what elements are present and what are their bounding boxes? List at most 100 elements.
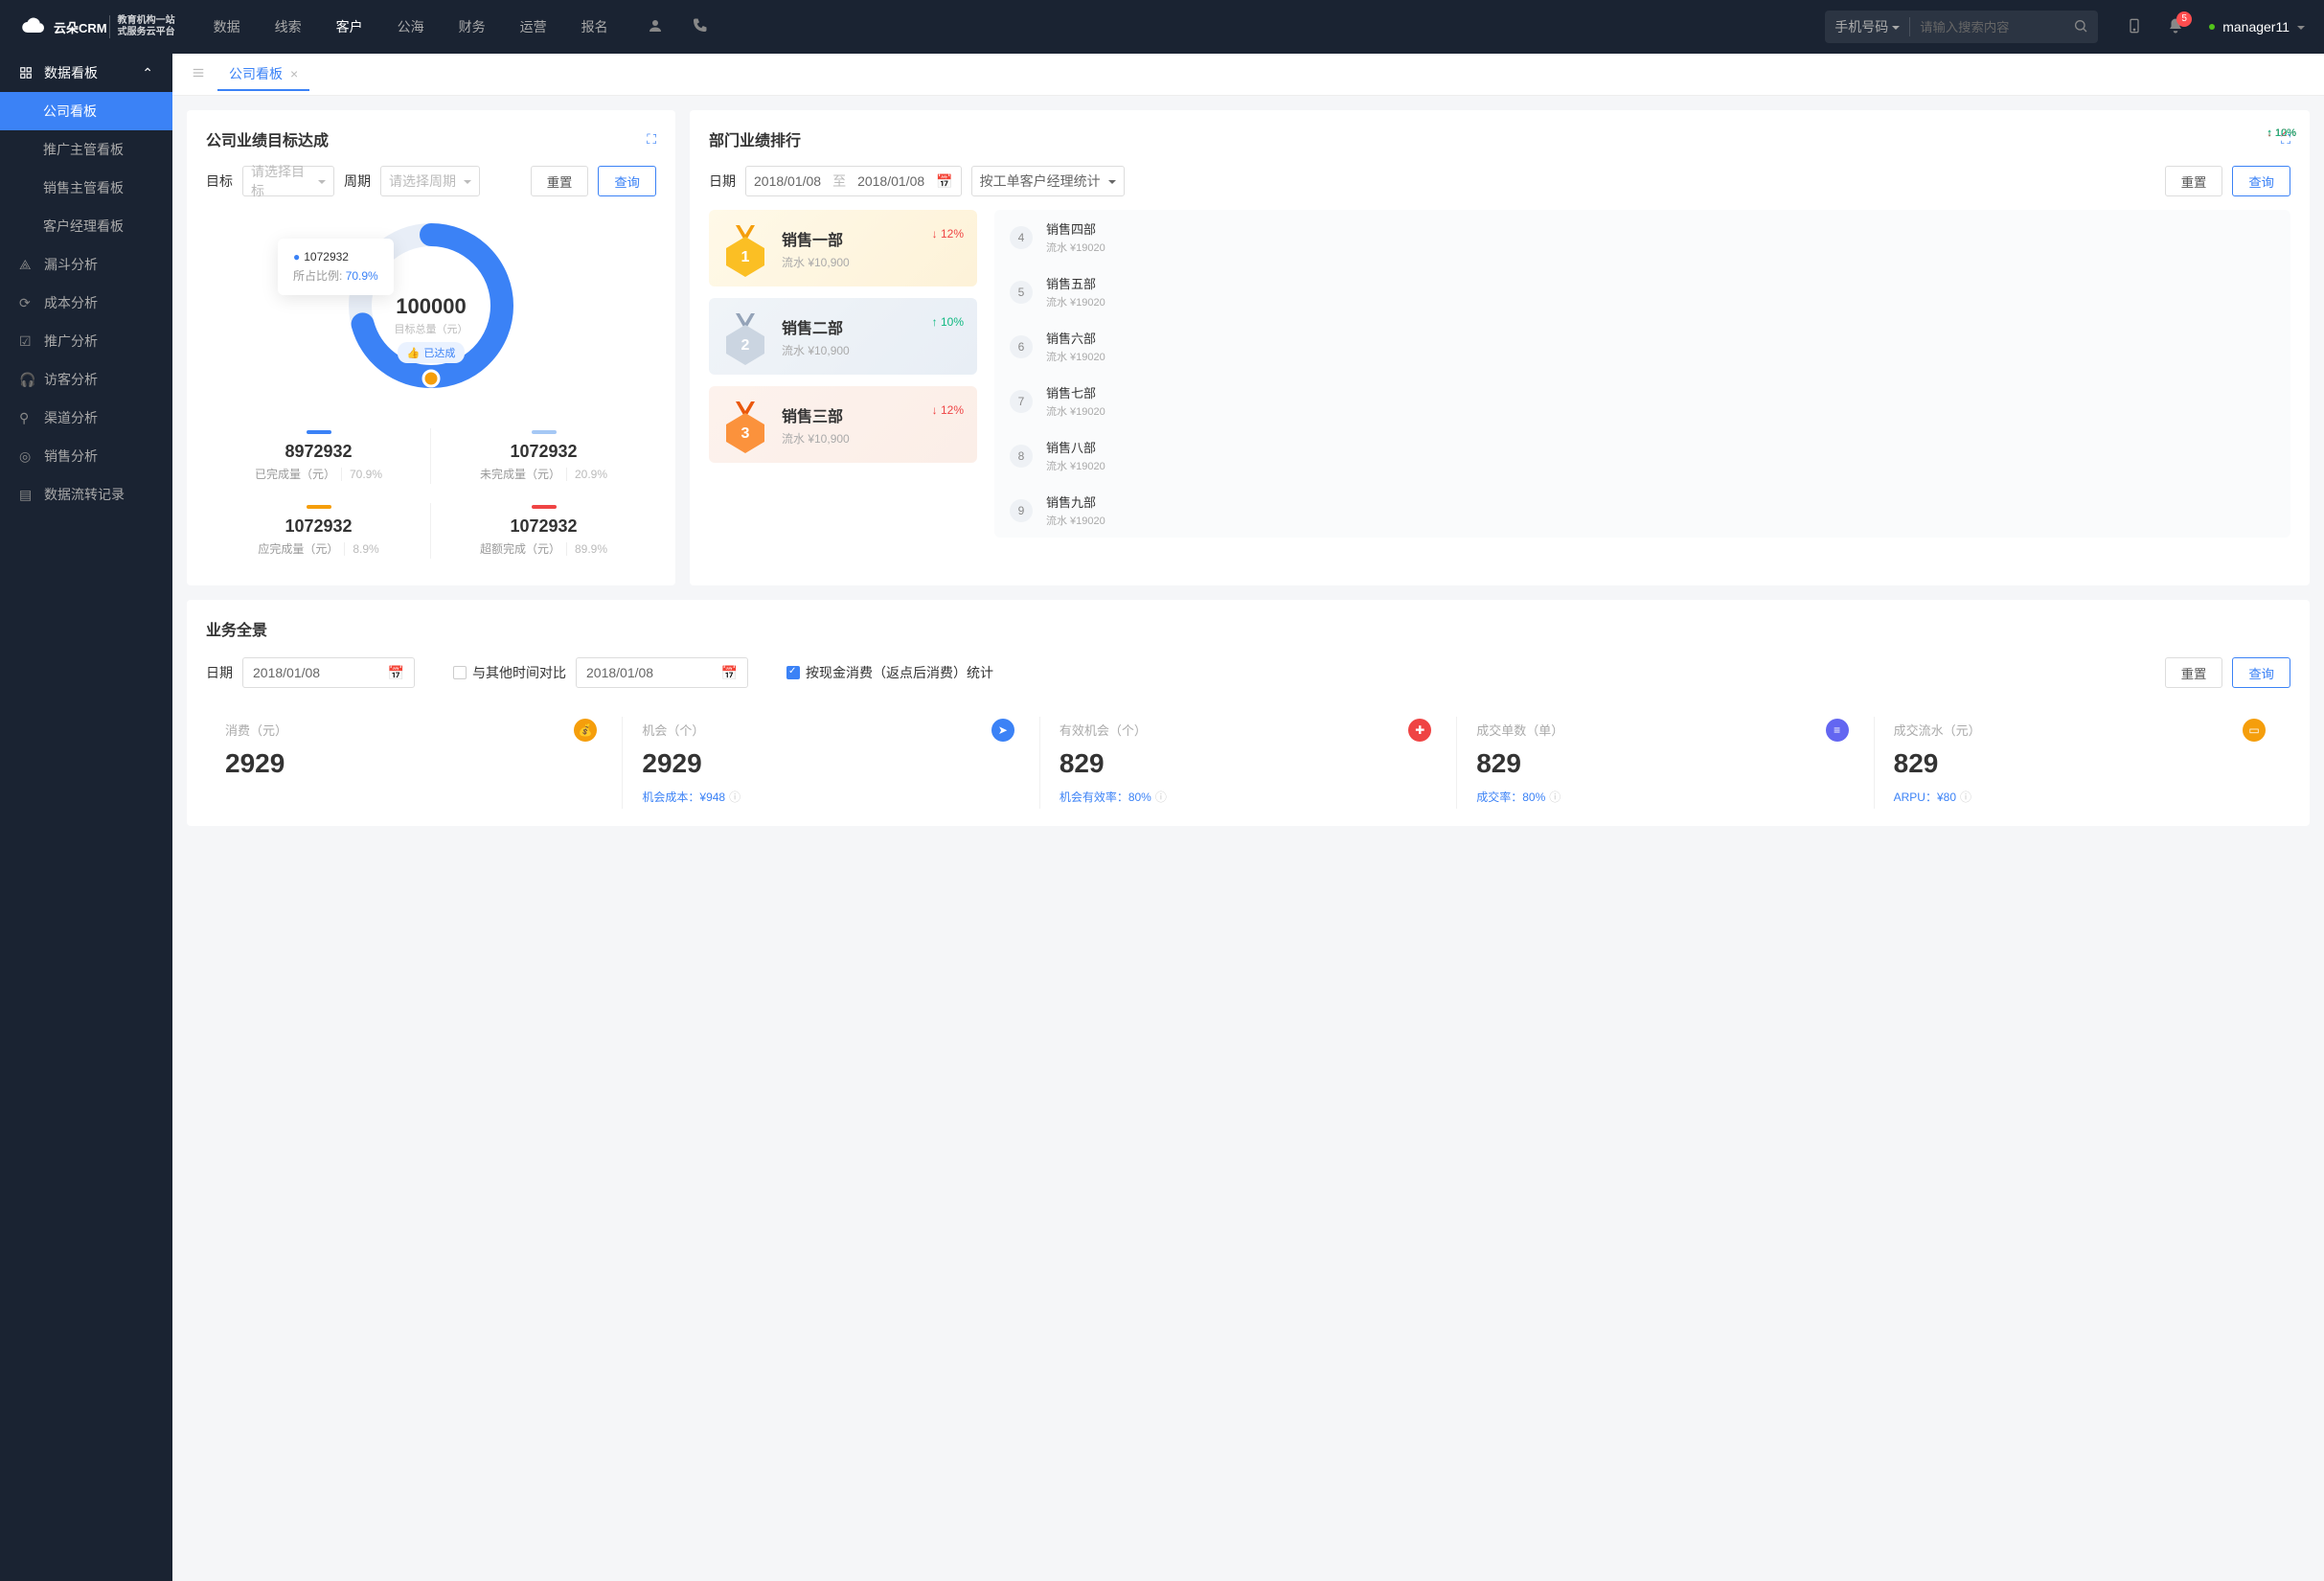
- nav-link-6[interactable]: 报名: [581, 17, 608, 36]
- svg-text:3: 3: [741, 425, 750, 442]
- sidebar-header[interactable]: 数据看板 ⌃: [0, 54, 172, 92]
- date-label: 日期: [206, 663, 233, 682]
- sidebar-sub-1[interactable]: 推广主管看板: [0, 130, 172, 169]
- expand-icon[interactable]: ⛶: [647, 131, 656, 148]
- kpi-3: 成交单数（单）829成交率：80% ⓘ≡: [1456, 717, 1873, 809]
- kpi-0: 消费（元）2929💰: [206, 717, 622, 809]
- nav-link-5[interactable]: 运营: [520, 17, 547, 36]
- sidebar-icon: ☑: [19, 333, 33, 350]
- sidebar-icon: ⟁: [19, 257, 33, 273]
- stat-cell: 1072932超额完成（元）89.9%: [431, 493, 656, 568]
- sidebar-icon: 🎧: [19, 372, 33, 388]
- username: manager11: [2222, 19, 2290, 34]
- reset-button[interactable]: 重置: [2165, 657, 2223, 688]
- nav-link-0[interactable]: 数据: [214, 17, 240, 36]
- sidebar-item-5[interactable]: ◎销售分析: [0, 437, 172, 475]
- stat-cell: 1072932应完成量（元）8.9%: [206, 493, 431, 568]
- group-by-select[interactable]: 按工单客户经理统计: [971, 166, 1125, 196]
- cash-checkbox[interactable]: 按现金消费（返点后消费）统计: [786, 663, 993, 682]
- reset-button[interactable]: 重置: [2165, 166, 2223, 196]
- rank-card-1[interactable]: 1销售一部流水 ¥10,900↓ 12%: [709, 210, 977, 286]
- stat-cell: 8972932已完成量（元）70.9%: [206, 419, 431, 493]
- nav-link-4[interactable]: 财务: [459, 17, 486, 36]
- sidebar-sub-3[interactable]: 客户经理看板: [0, 207, 172, 245]
- query-button[interactable]: 查询: [2232, 657, 2290, 688]
- rank-item[interactable]: 8销售八部流水 ¥19020↓ 12%: [994, 428, 2290, 483]
- search-icon[interactable]: [2073, 18, 2088, 36]
- user-menu[interactable]: manager11: [2209, 19, 2305, 34]
- rank-card-3[interactable]: 3销售三部流水 ¥10,900↓ 12%: [709, 386, 977, 463]
- brand-name: 云朵CRM: [54, 18, 107, 36]
- target-select[interactable]: 请选择目标: [242, 166, 334, 196]
- sidebar-item-4[interactable]: ⚲渠道分析: [0, 399, 172, 437]
- notification-badge: 5: [2176, 11, 2192, 27]
- collapse-icon[interactable]: [187, 62, 210, 86]
- ranking-card: 部门业绩排行 ⛶ 日期 2018/01/08 至 2018/01/08 📅 按工…: [690, 110, 2310, 585]
- stat-cell: 1072932未完成量（元）20.9%: [431, 419, 656, 493]
- trend-indicator: ↑ 10%: [932, 315, 964, 329]
- calendar-icon: 📅: [388, 665, 404, 681]
- rank-item[interactable]: 4销售四部流水 ¥19020↑ 10%: [994, 210, 2290, 264]
- nav-link-2[interactable]: 客户: [336, 17, 363, 36]
- calendar-icon: 📅: [721, 665, 738, 681]
- chart-tooltip: ●1072932 所占比例: 70.9%: [278, 239, 394, 295]
- help-icon[interactable]: ⓘ: [1960, 789, 1971, 805]
- compare-checkbox[interactable]: 与其他时间对比: [453, 663, 566, 682]
- kpi-2: 有效机会（个）829机会有效率：80% ⓘ✚: [1039, 717, 1456, 809]
- reset-button[interactable]: 重置: [531, 166, 589, 196]
- kpi-1: 机会（个）2929机会成本：¥948 ⓘ➤: [622, 717, 1038, 809]
- medal-icon: 3: [722, 401, 768, 447]
- nav-link-1[interactable]: 线索: [275, 17, 302, 36]
- help-icon[interactable]: ⓘ: [729, 789, 740, 805]
- sidebar-icon: ▤: [19, 487, 33, 503]
- rank-item[interactable]: 9销售九部流水 ¥19020↑ 10%: [994, 483, 2290, 538]
- sidebar-item-6[interactable]: ▤数据流转记录: [0, 475, 172, 514]
- sidebar-icon: ◎: [19, 448, 33, 465]
- sidebar-item-0[interactable]: ⟁漏斗分析: [0, 245, 172, 284]
- search-type-select[interactable]: 手机号码: [1834, 17, 1910, 36]
- sidebar-item-3[interactable]: 🎧访客分析: [0, 360, 172, 399]
- tab-company-board[interactable]: 公司看板 ×: [217, 58, 309, 91]
- date-label: 日期: [709, 172, 736, 191]
- query-button[interactable]: 查询: [2232, 166, 2290, 196]
- ranking-title: 部门业绩排行: [709, 127, 801, 150]
- trend-indicator: ↓ 12%: [932, 227, 964, 241]
- date2-input[interactable]: 2018/01/08📅: [576, 657, 748, 688]
- device-icon[interactable]: [2127, 16, 2142, 38]
- query-button[interactable]: 查询: [598, 166, 656, 196]
- rank-item[interactable]: 5销售五部流水 ¥19020↓ 12%: [994, 264, 2290, 319]
- sidebar-sub-0[interactable]: 公司看板: [0, 92, 172, 130]
- nav-link-3[interactable]: 公海: [398, 17, 424, 36]
- phone-icon[interactable]: [691, 17, 708, 37]
- medal-icon: 2: [722, 313, 768, 359]
- rank-card-2[interactable]: 2销售二部流水 ¥10,900↑ 10%: [709, 298, 977, 375]
- kpi-icon: ▭: [2243, 719, 2266, 742]
- status-dot: [2209, 24, 2215, 30]
- rank-item[interactable]: 6销售六部流水 ¥19020↑ 10%: [994, 319, 2290, 374]
- tab-bar: 公司看板 ×: [172, 54, 2324, 96]
- bell-icon[interactable]: 5: [2167, 17, 2184, 37]
- close-icon[interactable]: ×: [290, 66, 298, 81]
- rank-item[interactable]: 7销售七部流水 ¥19020↑ 10%: [994, 374, 2290, 428]
- date1-input[interactable]: 2018/01/08📅: [242, 657, 415, 688]
- period-label: 周期: [344, 172, 371, 191]
- logo[interactable]: 云朵CRM 教育机构一站式服务云平台: [19, 15, 175, 38]
- search-input[interactable]: [1920, 20, 2063, 34]
- donut-total-label: 目标总量（元）: [395, 321, 468, 336]
- help-icon[interactable]: ⓘ: [1155, 789, 1167, 805]
- top-nav: 云朵CRM 教育机构一站式服务云平台 数据 线索 客户 公海 财务 运营 报名 手机号码 5…: [0, 0, 2324, 54]
- trend-indicator: ↓ 12%: [932, 403, 964, 417]
- person-icon[interactable]: [647, 17, 664, 37]
- sidebar: 数据看板 ⌃ 公司看板推广主管看板销售主管看板客户经理看板 ⟁漏斗分析⟳成本分析…: [0, 54, 172, 1581]
- medal-icon: 1: [722, 225, 768, 271]
- donut-total: 100000: [395, 294, 468, 319]
- period-select[interactable]: 请选择周期: [380, 166, 480, 196]
- target-label: 目标: [206, 172, 233, 191]
- date-from-input[interactable]: 2018/01/08 至 2018/01/08 📅: [745, 166, 962, 196]
- help-icon[interactable]: ⓘ: [1549, 789, 1561, 805]
- sidebar-item-1[interactable]: ⟳成本分析: [0, 284, 172, 322]
- sidebar-icon: ⚲: [19, 410, 33, 426]
- sidebar-sub-2[interactable]: 销售主管看板: [0, 169, 172, 207]
- kpi-icon: ≡: [1826, 719, 1849, 742]
- sidebar-item-2[interactable]: ☑推广分析: [0, 322, 172, 360]
